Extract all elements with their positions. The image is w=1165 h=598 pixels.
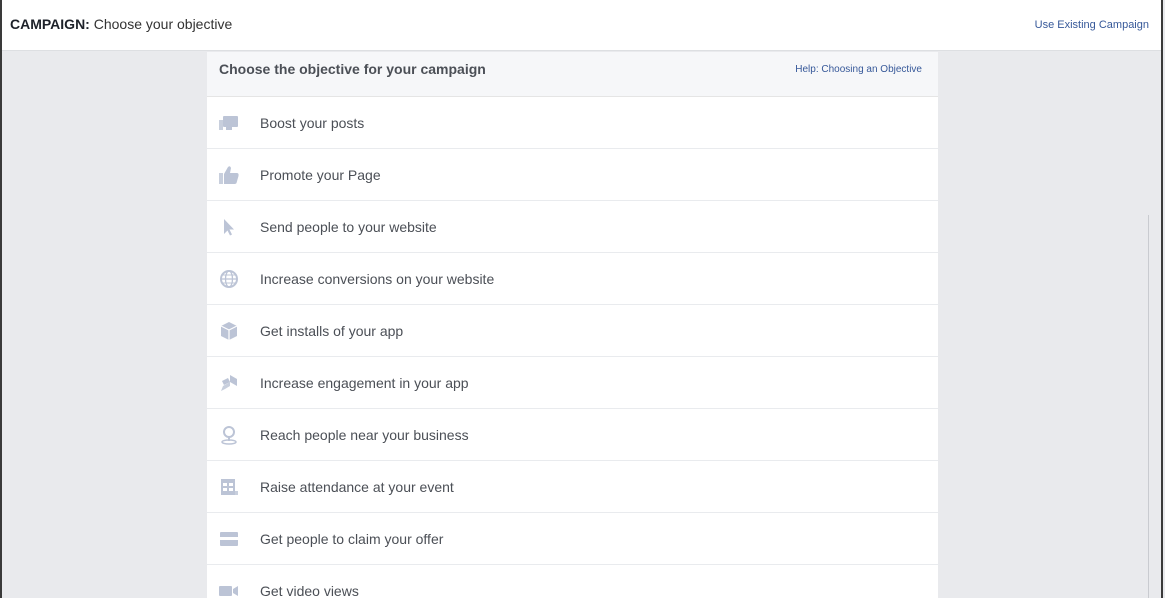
objective-label: Promote your Page [260, 166, 381, 183]
objective-item-promote-page[interactable]: Promote your Page [207, 149, 938, 201]
thumbs-up-icon [218, 164, 240, 186]
video-camera-icon [218, 580, 240, 598]
objective-label: Send people to your website [260, 218, 437, 235]
objective-item-offer-claims[interactable]: Get people to claim your offer [207, 513, 938, 565]
posts-icon [218, 112, 240, 134]
objective-panel-header: Choose the objective for your campaign H… [207, 52, 938, 97]
objective-item-app-installs[interactable]: Get installs of your app [207, 305, 938, 357]
event-calendar-icon [218, 476, 240, 498]
scrollbar[interactable] [1148, 215, 1149, 598]
objective-label: Raise attendance at your event [260, 478, 454, 495]
objective-label: Get installs of your app [260, 322, 404, 339]
objective-label: Get video views [260, 582, 359, 598]
cursor-icon [218, 216, 240, 238]
globe-icon [218, 268, 240, 290]
objective-panel-title: Choose the objective for your campaign [219, 61, 486, 77]
objective-label: Boost your posts [260, 114, 365, 131]
objective-item-website-clicks[interactable]: Send people to your website [207, 201, 938, 253]
page-title: CAMPAIGN: Choose your objective [10, 16, 232, 32]
location-pin-icon [218, 424, 240, 446]
campaign-header-bar: CAMPAIGN: Choose your objective Use Exis… [2, 0, 1161, 51]
objective-label: Increase engagement in your app [260, 374, 469, 391]
page-title-prefix: CAMPAIGN: [10, 16, 90, 32]
offer-card-icon [218, 528, 240, 550]
page-title-text: Choose your objective [89, 16, 233, 32]
use-existing-campaign-link[interactable]: Use Existing Campaign [1035, 19, 1149, 31]
objective-label: Reach people near your business [260, 426, 469, 443]
objective-label: Increase conversions on your website [260, 270, 495, 287]
app-engagement-icon [218, 372, 240, 394]
objective-item-app-engagement[interactable]: Increase engagement in your app [207, 357, 938, 409]
objective-item-video-views[interactable]: Get video views [207, 565, 938, 598]
objective-item-website-conversions[interactable]: Increase conversions on your website [207, 253, 938, 305]
help-choosing-objective-link[interactable]: Help: Choosing an Objective [795, 64, 922, 75]
objective-item-boost-posts[interactable]: Boost your posts [207, 97, 938, 149]
objective-label: Get people to claim your offer [260, 530, 444, 547]
objective-item-event-responses[interactable]: Raise attendance at your event [207, 461, 938, 513]
app-box-icon [218, 320, 240, 342]
objective-item-local-awareness[interactable]: Reach people near your business [207, 409, 938, 461]
objective-panel: Choose the objective for your campaign H… [207, 52, 938, 598]
